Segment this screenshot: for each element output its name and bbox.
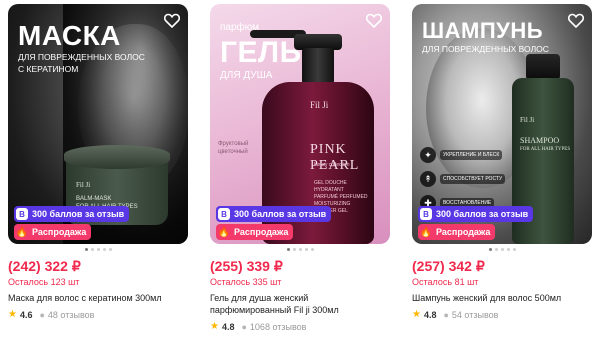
- fire-icon: 🔥: [217, 226, 231, 238]
- pagination-dot[interactable]: [286, 248, 290, 251]
- points-badge: B 300 баллов за отзыв: [216, 206, 332, 222]
- vk-points-icon: B: [16, 208, 28, 220]
- banner-subtitle-2: С КЕРАТИНОМ: [18, 64, 79, 74]
- rating-row[interactable]: ★ 4.8 ● 1068 отзывов: [210, 321, 306, 332]
- sale-badge-label: Распродажа: [436, 227, 491, 237]
- photo-pagination[interactable]: [210, 248, 390, 251]
- rating-row[interactable]: ★ 4.6 ● 48 отзывов: [8, 309, 94, 320]
- sale-badge-label: Распродажа: [234, 227, 289, 237]
- product-grid: МАСКА ДЛЯ ПОВРЕЖДЕННЫХ ВОЛОС С КЕРАТИНОМ…: [0, 0, 598, 337]
- product-photo[interactable]: ШАМПУНЬ ДЛЯ ПОВРЕЖДЕННЫХ ВОЛОС Fil Ji SH…: [412, 4, 592, 244]
- product-name[interactable]: Шампунь женский для волос 500мл: [412, 292, 592, 304]
- sale-badge-label: Распродажа: [32, 227, 87, 237]
- product-photo[interactable]: парфюм ГЕЛЬ ДЛЯ ДУША Fil Ji PINK PEARL l…: [210, 4, 390, 244]
- banner-title: ШАМПУНЬ: [422, 18, 544, 43]
- banner-title: МАСКА: [18, 20, 121, 51]
- points-badge: B 300 баллов за отзыв: [14, 206, 130, 222]
- rating-row[interactable]: ★ 4.8 ● 54 отзывов: [412, 309, 498, 320]
- product-price: (257) 342 ₽: [412, 258, 485, 274]
- product-price: (242) 322 ₽: [8, 258, 81, 274]
- photo-pagination[interactable]: [8, 248, 188, 251]
- pagination-dot[interactable]: [102, 248, 106, 251]
- banner-subtitle: ДЛЯ ПОВРЕЖДЕННЫХ ВОЛОС: [18, 52, 145, 62]
- star-icon: ★: [8, 309, 17, 320]
- growth-icon: ↟: [420, 171, 436, 187]
- product-photo[interactable]: МАСКА ДЛЯ ПОВРЕЖДЕННЫХ ВОЛОС С КЕРАТИНОМ…: [8, 4, 188, 244]
- product-card-mask[interactable]: МАСКА ДЛЯ ПОВРЕЖДЕННЫХ ВОЛОС С КЕРАТИНОМ…: [8, 4, 188, 334]
- stock-left: Осталось 123 шт: [8, 277, 80, 287]
- points-badge-label: 300 баллов за отзыв: [32, 209, 125, 219]
- pagination-dot[interactable]: [304, 248, 308, 251]
- bottle-brand: Fil Ji: [520, 116, 535, 124]
- favorite-heart-icon[interactable]: [364, 10, 384, 30]
- pagination-dot[interactable]: [500, 248, 504, 251]
- comment-icon: ●: [443, 309, 449, 320]
- banner-subtitle: ДЛЯ ДУША: [220, 70, 273, 81]
- pagination-dot[interactable]: [494, 248, 498, 251]
- reviews-count: 48 отзывов: [47, 309, 95, 320]
- rating-value: 4.6: [19, 309, 33, 320]
- benefit-item: ↟ СПОСОБСТВУЕТ РОСТУ: [420, 168, 510, 190]
- pagination-dot[interactable]: [310, 248, 314, 251]
- bottle-label: PINK PEARL: [310, 142, 360, 173]
- sale-badge: 🔥 Распродажа: [216, 224, 294, 240]
- points-badge-label: 300 баллов за отзыв: [436, 209, 529, 219]
- pagination-dot[interactable]: [512, 248, 516, 251]
- bottle-line1: SHAMPOO: [520, 136, 560, 145]
- bottle-line2: FOR ALL HAIR TYPES: [520, 147, 571, 152]
- product-name[interactable]: Гель для душа женский парфюмированный Fi…: [210, 292, 390, 316]
- comment-icon: ●: [241, 321, 247, 332]
- stock-left: Осталось 335 шт: [210, 277, 282, 287]
- product-name[interactable]: Маска для волос с кератином 300мл: [8, 292, 188, 304]
- star-icon: ★: [412, 309, 421, 320]
- reviews-count: 1068 отзывов: [249, 321, 307, 332]
- benefit-label: СПОСОБСТВУЕТ РОСТУ: [440, 174, 506, 184]
- bottle-cap: [526, 54, 560, 80]
- fire-icon: 🔥: [15, 226, 29, 238]
- stock-left: Осталось 81 шт: [412, 277, 479, 287]
- pagination-dot[interactable]: [108, 248, 112, 251]
- benefit-label: УКРЕПЛЕНИЕ И БЛЕСК: [440, 150, 503, 160]
- photo-pagination[interactable]: [412, 248, 592, 251]
- pagination-dot[interactable]: [292, 248, 296, 251]
- star-icon: ★: [210, 321, 219, 332]
- reviews-count: 54 отзывов: [451, 309, 499, 320]
- jar-line1: BALM-MASK: [76, 196, 112, 202]
- vk-points-icon: B: [218, 208, 230, 220]
- favorite-heart-icon[interactable]: [162, 10, 182, 30]
- pagination-dot[interactable]: [506, 248, 510, 251]
- comment-icon: ●: [39, 309, 45, 320]
- pagination-dot[interactable]: [84, 248, 88, 251]
- pagination-dot[interactable]: [298, 248, 302, 251]
- points-badge-label: 300 баллов за отзыв: [234, 209, 327, 219]
- sale-badge: 🔥 Распродажа: [14, 224, 92, 240]
- product-price: (255) 339 ₽: [210, 258, 283, 274]
- sparkle-icon: ✦: [420, 147, 436, 163]
- banner-title: ГЕЛЬ: [220, 36, 302, 69]
- pagination-dot[interactable]: [488, 248, 492, 251]
- benefit-item: ✦ УКРЕПЛЕНИЕ И БЛЕСК: [420, 144, 510, 166]
- product-card-shower-gel[interactable]: парфюм ГЕЛЬ ДЛЯ ДУША Fil Ji PINK PEARL l…: [210, 4, 390, 334]
- points-badge: B 300 баллов за отзыв: [418, 206, 534, 222]
- vk-points-icon: B: [420, 208, 432, 220]
- favorite-heart-icon[interactable]: [566, 10, 586, 30]
- rating-value: 4.8: [221, 321, 235, 332]
- jar-brand: Fil Ji: [76, 181, 91, 189]
- scent-note: Фруктовый цветочный: [218, 141, 249, 155]
- bottle-brand: Fil Ji: [310, 100, 329, 110]
- sale-badge: 🔥 Распродажа: [418, 224, 496, 240]
- banner-subtitle: ДЛЯ ПОВРЕЖДЕННЫХ ВОЛОС: [422, 44, 549, 54]
- pagination-dot[interactable]: [90, 248, 94, 251]
- pagination-dot[interactable]: [96, 248, 100, 251]
- bottle-collection: luxury collection: [314, 162, 350, 168]
- bottle-neck: [302, 48, 334, 84]
- fire-icon: 🔥: [419, 226, 433, 238]
- product-card-shampoo[interactable]: ШАМПУНЬ ДЛЯ ПОВРЕЖДЕННЫХ ВОЛОС Fil Ji SH…: [412, 4, 592, 334]
- rating-value: 4.8: [423, 309, 437, 320]
